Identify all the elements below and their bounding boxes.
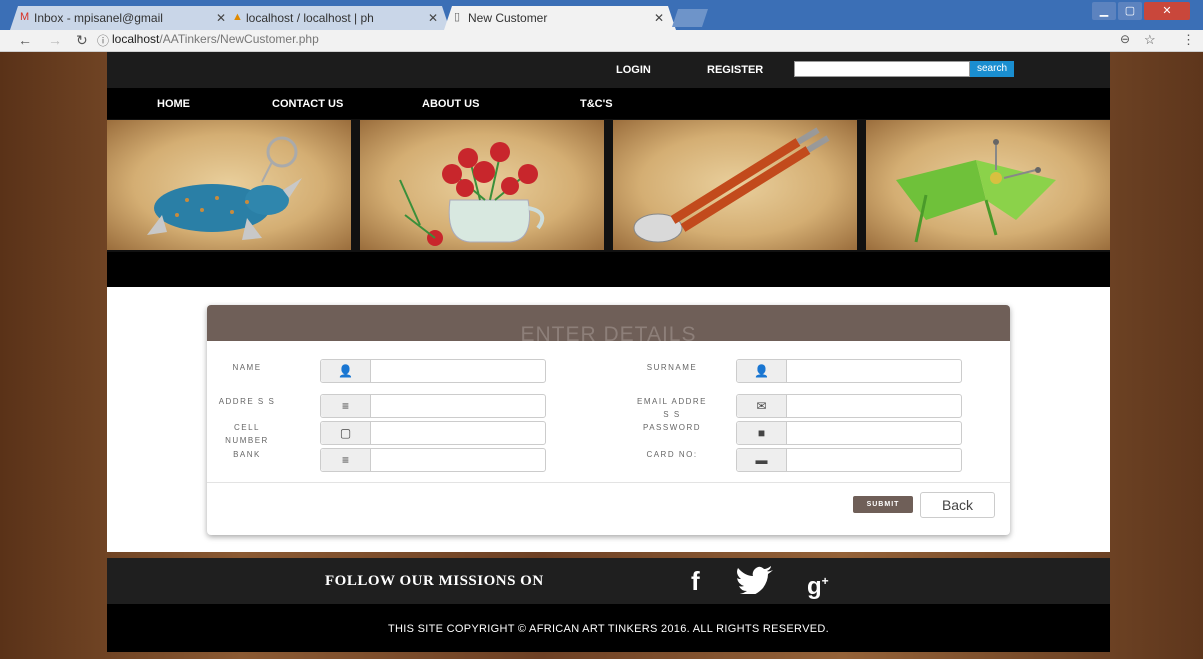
facebook-icon[interactable]: f (691, 566, 700, 596)
page-icon: ▯ (454, 11, 461, 23)
name-input[interactable] (372, 361, 543, 381)
password-field-group: ■ (736, 421, 962, 445)
bookmark-star-icon[interactable]: ☆ (1144, 32, 1156, 48)
info-icon[interactable]: ⓘ (97, 32, 109, 49)
surname-field-group: 👤 (736, 359, 962, 383)
address-label: ADDRE S S (218, 397, 276, 406)
name-field-group: 👤 (320, 359, 546, 383)
follow-bar: FOLLOW OUR MISSIONS ON f g+ (107, 558, 1110, 604)
main-nav: HOME CONTACT US ABOUT US T&C'S (107, 88, 1110, 119)
close-icon[interactable]: ✕ (428, 6, 438, 30)
cell-number-input[interactable] (372, 423, 543, 443)
copyright-text: THIS SITE COPYRIGHT © AFRICAN ART TINKER… (388, 623, 829, 635)
bank-input[interactable] (372, 450, 543, 470)
address-field-group: ≡ (320, 394, 546, 418)
tab-title: New Customer (468, 11, 548, 25)
surname-label: SURNAME (646, 363, 698, 372)
roses-image (399, 142, 545, 246)
banner-image-spoon (613, 120, 857, 250)
login-link[interactable]: LOGIN (616, 64, 651, 76)
panel-title: ENTER DETAILS (520, 323, 697, 346)
menu-icon[interactable]: ⋮ (1182, 32, 1195, 48)
lines-icon: ≡ (321, 395, 371, 417)
close-icon[interactable]: ✕ (654, 6, 664, 30)
user-icon: 👤 (321, 360, 371, 382)
user-icon: 👤 (737, 360, 787, 382)
tab-title: localhost / localhost | ph (246, 11, 374, 25)
nav-home[interactable]: HOME (157, 98, 190, 110)
search-button[interactable]: search (970, 61, 1014, 77)
back-button[interactable]: Back (920, 492, 995, 518)
banner-image-rhino (107, 120, 351, 250)
cell-number-label: CELL NUMBER (225, 423, 269, 445)
banner-image-roses (360, 120, 604, 250)
tab-gmail[interactable]: M Inbox - mpisanel@gmail ✕ (10, 6, 238, 30)
window-close-button[interactable]: ✕ (1144, 2, 1190, 20)
banner-image-dragonfly (866, 120, 1110, 250)
spoon-image (633, 127, 830, 243)
copyright-bar: THIS SITE COPYRIGHT © AFRICAN ART TINKER… (107, 604, 1110, 652)
banner (107, 119, 1110, 252)
twitter-icon[interactable] (735, 566, 775, 600)
page-background: LOGIN REGISTER search HOME CONTACT US AB… (0, 52, 1203, 659)
credit-card-icon: ▬ (737, 449, 787, 471)
zoom-icon[interactable]: ⊖ (1120, 32, 1130, 46)
minimize-button[interactable]: ▁ (1092, 2, 1116, 20)
phone-icon: ▢ (321, 422, 371, 444)
card-no-label: CARD NO: (646, 450, 698, 459)
gmail-icon: M (20, 11, 30, 23)
tab-new-customer[interactable]: ▯ New Customer ✕ (444, 6, 676, 30)
url-field[interactable]: localhost/AATinkers/NewCustomer.php (112, 32, 319, 46)
forward-arrow-icon[interactable]: → (48, 32, 62, 48)
bank-field-group: ≡ (320, 448, 546, 472)
rhino-image (147, 136, 302, 240)
new-tab-button[interactable] (672, 9, 708, 27)
bank-label: BANK (233, 450, 261, 459)
lines-icon: ≡ (321, 449, 371, 471)
content-area: ENTER DETAILS NAME 👤 SURNAME 👤 ADDRE S S… (107, 287, 1110, 552)
card-number-input[interactable] (788, 450, 959, 470)
black-band (107, 252, 1110, 287)
back-arrow-icon[interactable]: ← (18, 32, 32, 48)
address-bar: ← → ↻ ⓘ localhost/AATinkers/NewCustomer.… (0, 30, 1203, 52)
dragonfly-image (896, 139, 1056, 243)
envelope-icon: ✉ (737, 395, 787, 417)
register-link[interactable]: REGISTER (707, 64, 763, 76)
search-input[interactable] (794, 61, 970, 77)
email-field-group: ✉ (736, 394, 962, 418)
name-label: NAME (232, 363, 262, 372)
nav-about-us[interactable]: ABOUT US (422, 98, 479, 110)
cell-field-group: ▢ (320, 421, 546, 445)
google-plus-icon[interactable]: g+ (807, 566, 829, 602)
surname-input[interactable] (788, 361, 959, 381)
submit-button[interactable]: SUBMIT (853, 496, 913, 513)
address-input[interactable] (372, 396, 543, 416)
nav-contact-us[interactable]: CONTACT US (272, 98, 343, 110)
reload-icon[interactable]: ↻ (76, 32, 88, 49)
tab-phpmyadmin[interactable]: ▲ localhost / localhost | ph ✕ (222, 6, 450, 30)
follow-text: FOLLOW OUR MISSIONS ON (325, 573, 544, 589)
password-input[interactable] (788, 423, 959, 443)
briefcase-icon: ■ (737, 422, 787, 444)
nav-terms[interactable]: T&C'S (580, 98, 613, 110)
browser-tab-bar: M Inbox - mpisanel@gmail ✕ ▲ localhost /… (0, 0, 1203, 30)
maximize-button[interactable]: ▢ (1118, 2, 1142, 20)
card-field-group: ▬ (736, 448, 962, 472)
phpmyadmin-icon: ▲ (232, 11, 243, 23)
email-input[interactable] (788, 396, 959, 416)
top-bar: LOGIN REGISTER search (107, 52, 1110, 88)
email-label: EMAIL ADDRE S S (637, 397, 707, 419)
password-label: PASSWORD (642, 423, 702, 432)
details-panel: ENTER DETAILS NAME 👤 SURNAME 👤 ADDRE S S… (207, 305, 1010, 535)
form-divider (207, 482, 1010, 483)
tab-title: Inbox - mpisanel@gmail (34, 11, 163, 25)
